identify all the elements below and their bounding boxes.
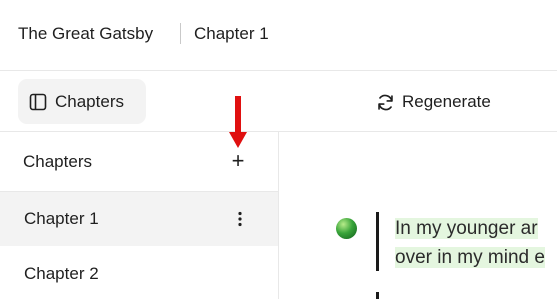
sidebar-title: Chapters: [23, 152, 92, 171]
highlighted-paragraph[interactable]: In my younger ar over in my mind e: [395, 214, 557, 272]
regenerate-button[interactable]: Regenerate: [376, 79, 516, 124]
quote-bar: [376, 212, 379, 271]
breadcrumb-chapter-title: Chapter 1: [194, 24, 269, 43]
paragraph-line: In my younger ar: [395, 218, 538, 239]
paragraph-line: over in my mind e: [395, 247, 545, 268]
author-avatar: [336, 218, 357, 239]
app-header: The Great Gatsby Chapter 1: [0, 0, 557, 71]
breadcrumb-book-title[interactable]: The Great Gatsby: [18, 23, 153, 45]
toolbar: Chapters Regenerate: [0, 71, 557, 132]
chapter-item-1[interactable]: Chapter 1: [0, 192, 278, 246]
breadcrumb-separator: [180, 23, 181, 44]
chapter-content: In my younger ar over in my mind e: [279, 132, 557, 299]
chapter-item-label: Chapter 1: [24, 209, 99, 228]
add-chapter-button[interactable]: +: [228, 149, 248, 173]
annotation-arrow-icon: [229, 96, 247, 148]
regenerate-label: Regenerate: [402, 92, 491, 111]
chapter-item-label: Chapter 2: [24, 264, 99, 283]
chapter-item-2[interactable]: Chapter 2: [0, 247, 278, 301]
sidebar-panel-icon: [29, 93, 47, 111]
more-options-icon[interactable]: [230, 206, 250, 232]
refresh-icon: [378, 94, 393, 111]
quote-bar-next: [376, 292, 379, 299]
chapters-toggle-label: Chapters: [55, 92, 124, 111]
chapters-sidebar: Chapters + Chapter 1 Chapter 2: [0, 132, 279, 299]
chapters-toggle-button[interactable]: Chapters: [18, 79, 146, 124]
